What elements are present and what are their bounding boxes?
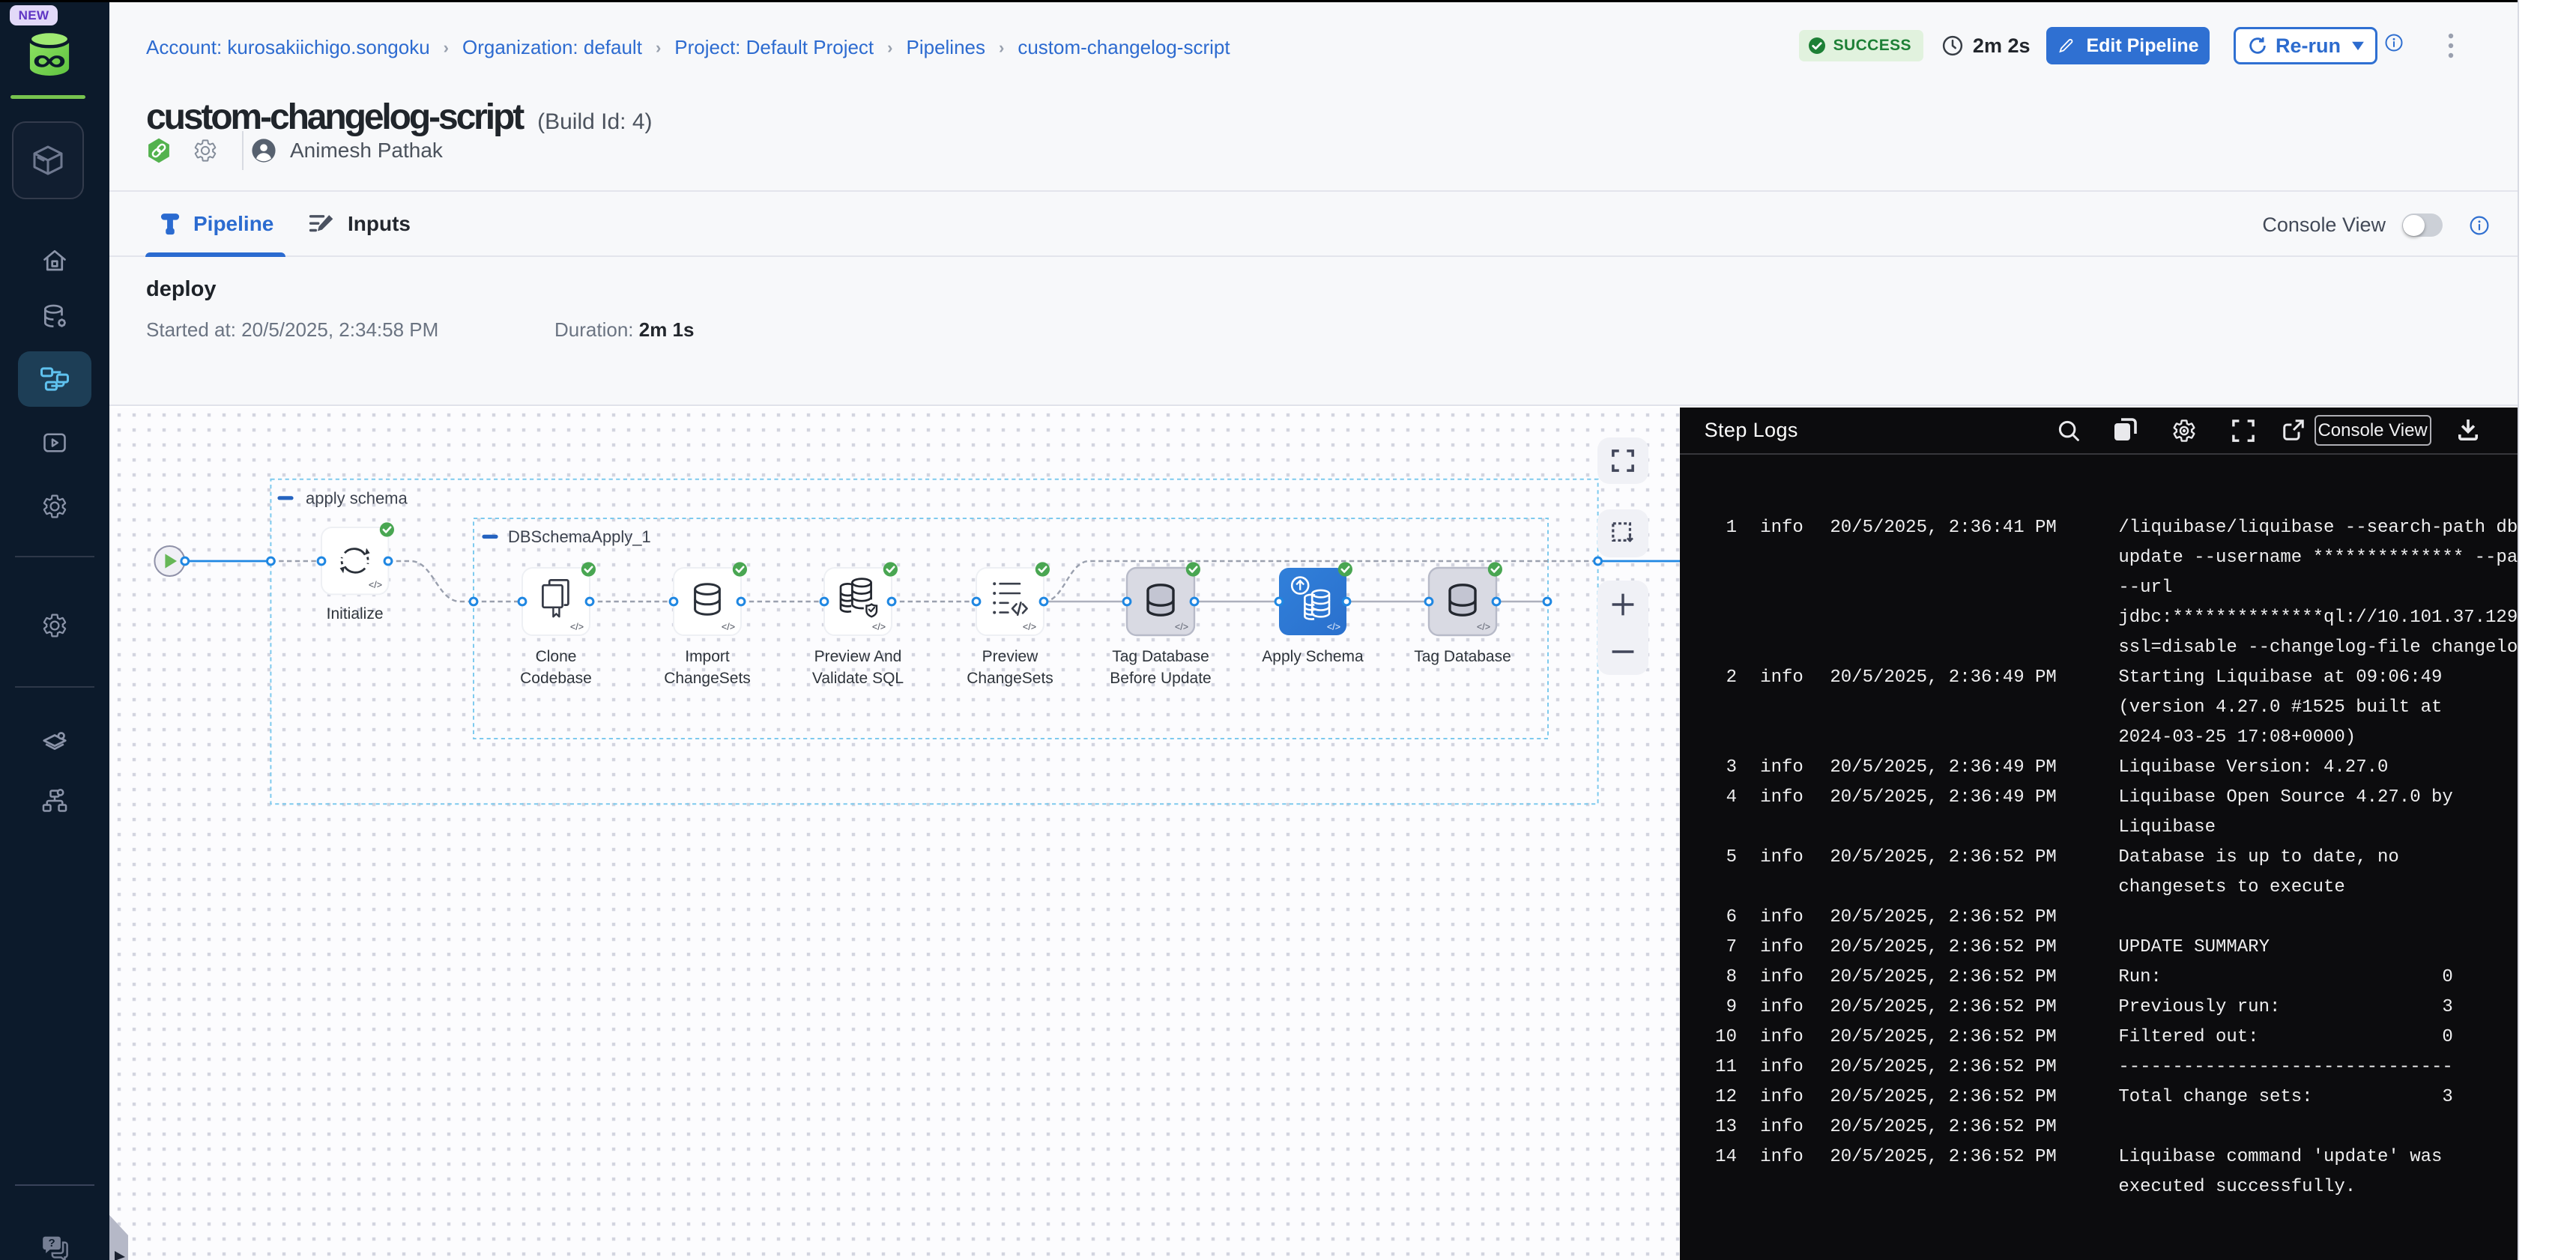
svg-text:Tag Database: Tag Database [1414,648,1511,665]
svg-text:</>: </> [1175,622,1188,632]
svg-text:Preview: Preview [982,648,1039,665]
svg-text:</>: </> [1327,622,1340,632]
svg-text:</>: </> [369,580,382,590]
svg-text:Validate SQL: Validate SQL [812,670,904,687]
svg-text:</>: </> [1023,622,1036,632]
svg-text:Import: Import [685,648,730,665]
svg-text:Initialize: Initialize [327,605,384,623]
svg-text:ChangeSets: ChangeSets [664,670,751,687]
svg-text:</>: </> [570,622,584,632]
svg-text:Before Update: Before Update [1110,670,1211,687]
svg-text:apply schema: apply schema [306,488,408,507]
svg-text:?: ? [48,1237,55,1250]
svg-text:ChangeSets: ChangeSets [967,670,1053,687]
svg-text:Preview And: Preview And [814,648,902,665]
svg-text:</>: </> [1477,622,1490,632]
svg-text:Codebase: Codebase [520,670,592,687]
svg-text:DBSchemaApply_1: DBSchemaApply_1 [508,527,651,546]
svg-text:∞: ∞ [33,41,67,78]
svg-text:</>: </> [872,622,886,632]
svg-text:Tag Database: Tag Database [1112,648,1209,665]
svg-text:Clone: Clone [536,648,577,665]
svg-text:Apply Schema: Apply Schema [1262,648,1364,665]
svg-text:</>: </> [722,622,735,632]
